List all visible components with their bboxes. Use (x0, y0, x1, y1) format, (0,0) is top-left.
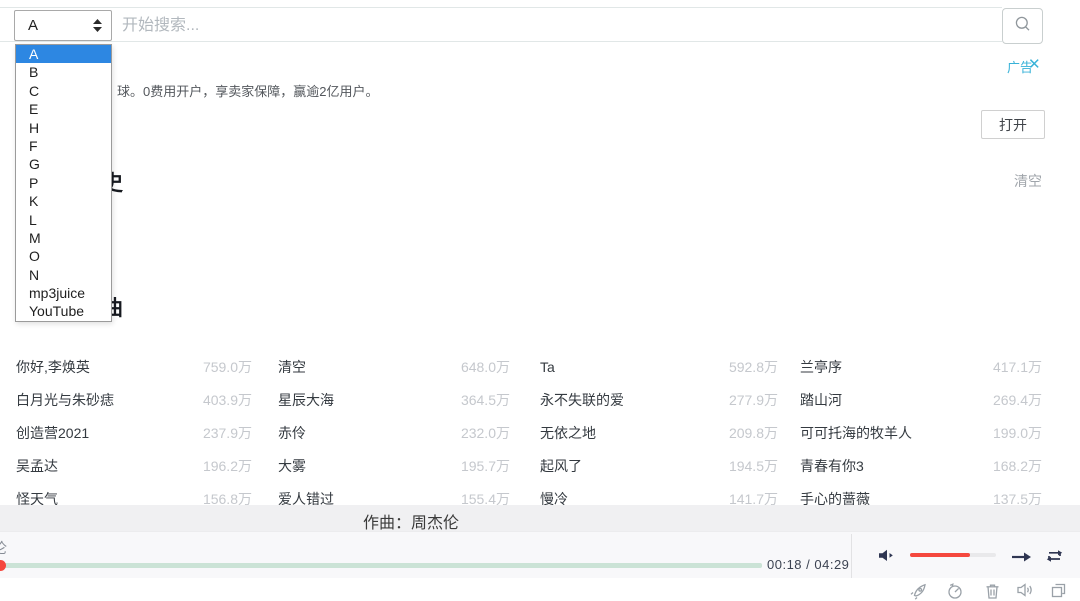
dropdown-option[interactable]: C (16, 82, 111, 100)
song-play-count: 648.0万 (461, 357, 510, 377)
volume-icon[interactable] (879, 549, 894, 567)
search-button[interactable] (1002, 8, 1043, 44)
song-row: 吴孟达 196.2万 大雾 195.7万 起风了 194.5万 青春有你3 168.2万 (0, 456, 1080, 473)
loop-icon[interactable] (1045, 548, 1064, 569)
song-play-count: 232.0万 (461, 423, 510, 443)
song-play-count: 269.4万 (993, 390, 1042, 410)
song-play-count: 759.0万 (203, 357, 252, 377)
song-play-count: 194.5万 (729, 456, 778, 476)
song-play-count: 237.9万 (203, 423, 252, 443)
song-row: 怪天气156.8万 爱人错过155.4万 慢冷141.7万 手心的蔷薇137.5… (0, 489, 1080, 506)
dropdown-option[interactable]: F (16, 137, 111, 155)
song-play-count: 209.8万 (729, 423, 778, 443)
song-play-count: 417.1万 (993, 357, 1042, 377)
volume-fill (910, 553, 970, 557)
song-play-count: 196.2万 (203, 456, 252, 476)
song-name[interactable]: 吴孟达 (16, 456, 58, 476)
song-name[interactable]: 踏山河 (800, 390, 842, 410)
volume-slider[interactable] (910, 553, 996, 557)
dropdown-option[interactable]: A (16, 45, 111, 63)
song-name[interactable]: 创造营2021 (16, 423, 89, 443)
clear-history-link[interactable]: 清空 (1014, 171, 1042, 191)
dropdown-option[interactable]: L (16, 211, 111, 229)
progress-knob[interactable] (0, 560, 6, 571)
rocket-icon[interactable] (910, 582, 928, 601)
song-name[interactable]: 无依之地 (540, 423, 596, 443)
next-track-icon[interactable] (1011, 550, 1032, 569)
dropdown-option[interactable]: mp3juice (16, 284, 111, 302)
song-name[interactable]: 白月光与朱砂痣 (16, 390, 114, 410)
song-name[interactable]: 兰亭序 (800, 357, 842, 377)
song-title-fragment: 伦 (0, 538, 7, 558)
music-search-page: A 广告 ✕ 球。0费用开户，享卖家保障，赢逾2亿用户。 打开 搜索历史 清空 … (0, 0, 1080, 601)
speed-gauge-icon[interactable] (946, 582, 964, 601)
song-name[interactable]: 清空 (278, 357, 306, 377)
song-play-count: 168.2万 (993, 456, 1042, 476)
song-name[interactable]: 你好,李焕英 (16, 357, 90, 377)
dropdown-option[interactable]: M (16, 229, 111, 247)
dropdown-option[interactable]: YouTube (16, 302, 111, 320)
speaker-wave-icon[interactable] (1016, 582, 1034, 601)
song-play-count: 195.7万 (461, 456, 510, 476)
bottom-toolbar (0, 578, 1080, 601)
dropdown-option[interactable]: O (16, 247, 111, 265)
dropdown-option[interactable]: K (16, 192, 111, 210)
progress-track[interactable] (0, 563, 762, 568)
song-play-count: 592.8万 (729, 357, 778, 377)
category-select-value: A (28, 17, 93, 34)
song-play-count: 403.9万 (203, 390, 252, 410)
song-play-count: 199.0万 (993, 423, 1042, 443)
dropdown-option[interactable]: P (16, 174, 111, 192)
searchbar-top-border (0, 7, 1002, 8)
song-name[interactable]: 青春有你3 (800, 456, 864, 476)
song-name[interactable]: Ta (540, 359, 555, 375)
category-dropdown: A B C E H F G P K L M O N mp3juice YouTu… (15, 44, 112, 322)
category-select[interactable]: A (14, 10, 112, 41)
song-row: 白月光与朱砂痣 403.9万 星辰大海 364.5万 永不失联的爱 277.9万 踏山… (0, 390, 1080, 407)
player-bar: 伦 00:18 / 04:29 (0, 531, 1080, 578)
time-display: 00:18 / 04:29 (767, 557, 849, 572)
song-name[interactable]: 赤伶 (278, 423, 306, 443)
song-name[interactable]: 星辰大海 (278, 390, 334, 410)
song-play-count: 364.5万 (461, 390, 510, 410)
windows-icon[interactable] (1050, 582, 1067, 601)
ad-text: 球。0费用开户，享卖家保障，赢逾2亿用户。 (117, 81, 378, 100)
dropdown-option[interactable]: G (16, 155, 111, 173)
dropdown-option[interactable]: B (16, 63, 111, 81)
dropdown-option[interactable]: H (16, 119, 111, 137)
magnifier-icon (1015, 16, 1031, 37)
song-name[interactable]: 永不失联的爱 (540, 390, 624, 410)
song-name[interactable]: 大雾 (278, 456, 306, 476)
trash-icon[interactable] (984, 582, 1001, 601)
select-arrows-icon (93, 19, 102, 32)
search-input[interactable] (120, 9, 994, 42)
song-name[interactable]: 起风了 (540, 456, 582, 476)
song-row: 你好,李焕英 759.0万 清空 648.0万 Ta 592.8万 兰亭序 417.1万 (0, 357, 1080, 374)
player-divider (851, 534, 852, 579)
dropdown-option[interactable]: E (16, 100, 111, 118)
ad-open-button[interactable]: 打开 (981, 110, 1045, 139)
song-name[interactable]: 可可托海的牧羊人 (800, 423, 912, 443)
dropdown-option[interactable]: N (16, 266, 111, 284)
song-row: 创造营2021 237.9万 赤伶 232.0万 无依之地 209.8万 可可托海的牧… (0, 423, 1080, 440)
lyric-strip: 作曲：周杰伦 (0, 505, 1080, 531)
song-play-count: 277.9万 (729, 390, 778, 410)
lyric-line: 作曲：周杰伦 (363, 509, 459, 533)
ad-close-icon[interactable]: ✕ (1028, 55, 1041, 73)
